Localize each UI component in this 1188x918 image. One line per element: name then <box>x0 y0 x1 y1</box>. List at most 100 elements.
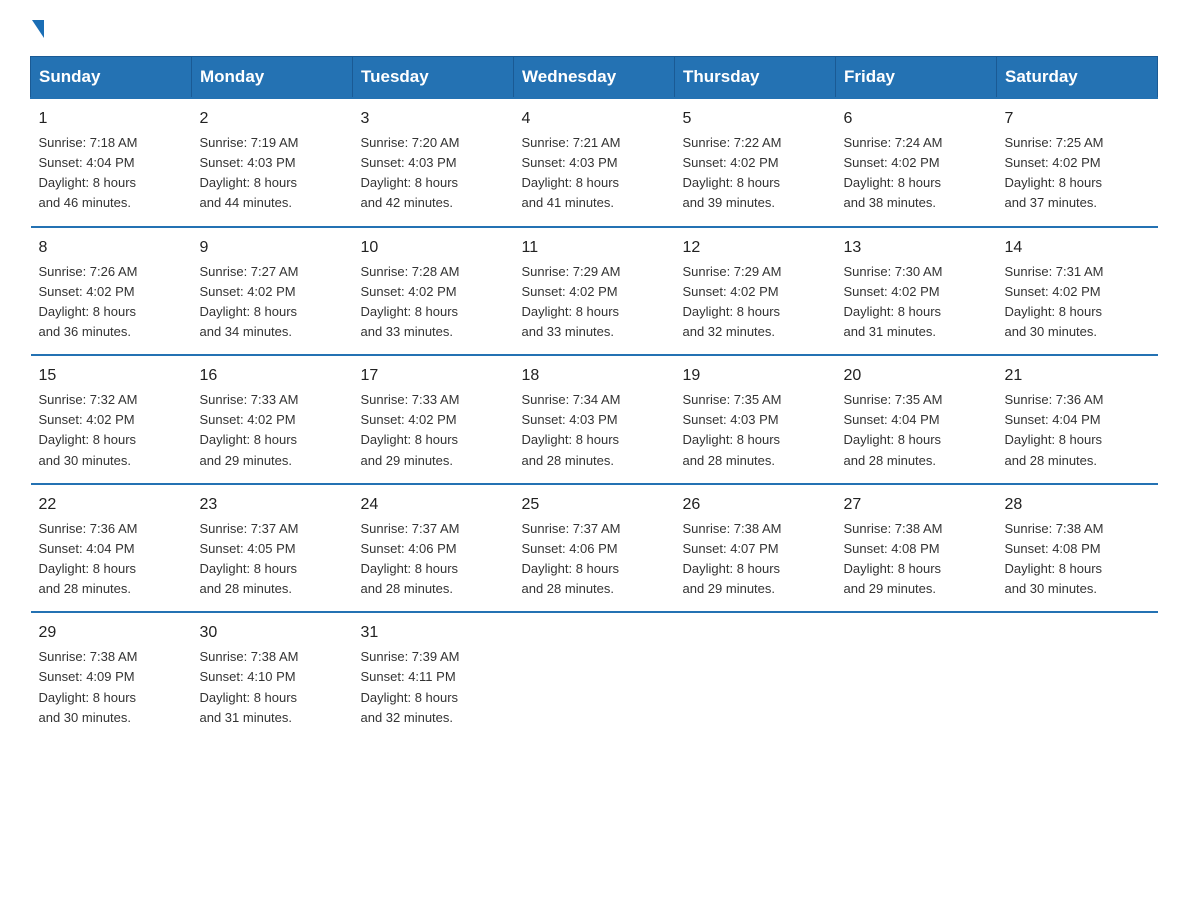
logo-arrow-icon <box>32 20 44 38</box>
day-number: 27 <box>844 493 989 517</box>
day-info: Sunrise: 7:36 AMSunset: 4:04 PMDaylight:… <box>1005 392 1104 467</box>
logo <box>30 20 44 38</box>
calendar-day-cell: 5 Sunrise: 7:22 AMSunset: 4:02 PMDayligh… <box>675 98 836 227</box>
day-info: Sunrise: 7:25 AMSunset: 4:02 PMDaylight:… <box>1005 135 1104 210</box>
calendar-day-cell: 3 Sunrise: 7:20 AMSunset: 4:03 PMDayligh… <box>353 98 514 227</box>
day-info: Sunrise: 7:38 AMSunset: 4:10 PMDaylight:… <box>200 649 299 724</box>
calendar-table: SundayMondayTuesdayWednesdayThursdayFrid… <box>30 56 1158 740</box>
day-info: Sunrise: 7:31 AMSunset: 4:02 PMDaylight:… <box>1005 264 1104 339</box>
day-info: Sunrise: 7:29 AMSunset: 4:02 PMDaylight:… <box>683 264 782 339</box>
day-number: 28 <box>1005 493 1150 517</box>
day-number: 15 <box>39 364 184 388</box>
day-info: Sunrise: 7:24 AMSunset: 4:02 PMDaylight:… <box>844 135 943 210</box>
calendar-day-cell: 26 Sunrise: 7:38 AMSunset: 4:07 PMDaylig… <box>675 484 836 613</box>
calendar-week-row: 1 Sunrise: 7:18 AMSunset: 4:04 PMDayligh… <box>31 98 1158 227</box>
day-number: 20 <box>844 364 989 388</box>
calendar-day-cell: 17 Sunrise: 7:33 AMSunset: 4:02 PMDaylig… <box>353 355 514 484</box>
calendar-day-cell: 18 Sunrise: 7:34 AMSunset: 4:03 PMDaylig… <box>514 355 675 484</box>
calendar-day-cell: 2 Sunrise: 7:19 AMSunset: 4:03 PMDayligh… <box>192 98 353 227</box>
day-number: 29 <box>39 621 184 645</box>
day-info: Sunrise: 7:38 AMSunset: 4:09 PMDaylight:… <box>39 649 138 724</box>
day-info: Sunrise: 7:30 AMSunset: 4:02 PMDaylight:… <box>844 264 943 339</box>
day-info: Sunrise: 7:35 AMSunset: 4:03 PMDaylight:… <box>683 392 782 467</box>
day-number: 6 <box>844 107 989 131</box>
calendar-day-cell: 27 Sunrise: 7:38 AMSunset: 4:08 PMDaylig… <box>836 484 997 613</box>
day-of-week-header: Saturday <box>997 57 1158 99</box>
day-number: 12 <box>683 236 828 260</box>
day-info: Sunrise: 7:27 AMSunset: 4:02 PMDaylight:… <box>200 264 299 339</box>
calendar-day-cell: 29 Sunrise: 7:38 AMSunset: 4:09 PMDaylig… <box>31 612 192 740</box>
day-info: Sunrise: 7:36 AMSunset: 4:04 PMDaylight:… <box>39 521 138 596</box>
day-number: 4 <box>522 107 667 131</box>
calendar-day-cell: 14 Sunrise: 7:31 AMSunset: 4:02 PMDaylig… <box>997 227 1158 356</box>
calendar-day-cell: 12 Sunrise: 7:29 AMSunset: 4:02 PMDaylig… <box>675 227 836 356</box>
day-number: 19 <box>683 364 828 388</box>
calendar-day-cell: 25 Sunrise: 7:37 AMSunset: 4:06 PMDaylig… <box>514 484 675 613</box>
calendar-day-cell: 7 Sunrise: 7:25 AMSunset: 4:02 PMDayligh… <box>997 98 1158 227</box>
calendar-day-cell: 9 Sunrise: 7:27 AMSunset: 4:02 PMDayligh… <box>192 227 353 356</box>
calendar-day-cell <box>675 612 836 740</box>
day-info: Sunrise: 7:38 AMSunset: 4:08 PMDaylight:… <box>1005 521 1104 596</box>
day-info: Sunrise: 7:33 AMSunset: 4:02 PMDaylight:… <box>200 392 299 467</box>
calendar-day-cell <box>997 612 1158 740</box>
day-of-week-header: Wednesday <box>514 57 675 99</box>
calendar-day-cell: 21 Sunrise: 7:36 AMSunset: 4:04 PMDaylig… <box>997 355 1158 484</box>
day-number: 25 <box>522 493 667 517</box>
day-info: Sunrise: 7:39 AMSunset: 4:11 PMDaylight:… <box>361 649 460 724</box>
calendar-day-cell: 23 Sunrise: 7:37 AMSunset: 4:05 PMDaylig… <box>192 484 353 613</box>
day-info: Sunrise: 7:35 AMSunset: 4:04 PMDaylight:… <box>844 392 943 467</box>
calendar-day-cell: 13 Sunrise: 7:30 AMSunset: 4:02 PMDaylig… <box>836 227 997 356</box>
day-number: 26 <box>683 493 828 517</box>
day-of-week-header: Friday <box>836 57 997 99</box>
calendar-day-cell <box>514 612 675 740</box>
calendar-day-cell: 24 Sunrise: 7:37 AMSunset: 4:06 PMDaylig… <box>353 484 514 613</box>
logo-general <box>30 20 44 38</box>
day-number: 21 <box>1005 364 1150 388</box>
calendar-day-cell: 22 Sunrise: 7:36 AMSunset: 4:04 PMDaylig… <box>31 484 192 613</box>
day-number: 13 <box>844 236 989 260</box>
calendar-day-cell: 4 Sunrise: 7:21 AMSunset: 4:03 PMDayligh… <box>514 98 675 227</box>
day-info: Sunrise: 7:28 AMSunset: 4:02 PMDaylight:… <box>361 264 460 339</box>
day-number: 16 <box>200 364 345 388</box>
day-info: Sunrise: 7:37 AMSunset: 4:05 PMDaylight:… <box>200 521 299 596</box>
day-of-week-header: Monday <box>192 57 353 99</box>
calendar-day-cell: 28 Sunrise: 7:38 AMSunset: 4:08 PMDaylig… <box>997 484 1158 613</box>
day-info: Sunrise: 7:37 AMSunset: 4:06 PMDaylight:… <box>361 521 460 596</box>
calendar-week-row: 8 Sunrise: 7:26 AMSunset: 4:02 PMDayligh… <box>31 227 1158 356</box>
day-info: Sunrise: 7:22 AMSunset: 4:02 PMDaylight:… <box>683 135 782 210</box>
day-info: Sunrise: 7:21 AMSunset: 4:03 PMDaylight:… <box>522 135 621 210</box>
day-info: Sunrise: 7:33 AMSunset: 4:02 PMDaylight:… <box>361 392 460 467</box>
day-number: 23 <box>200 493 345 517</box>
day-info: Sunrise: 7:20 AMSunset: 4:03 PMDaylight:… <box>361 135 460 210</box>
day-number: 5 <box>683 107 828 131</box>
day-info: Sunrise: 7:37 AMSunset: 4:06 PMDaylight:… <box>522 521 621 596</box>
day-number: 18 <box>522 364 667 388</box>
day-info: Sunrise: 7:29 AMSunset: 4:02 PMDaylight:… <box>522 264 621 339</box>
day-number: 11 <box>522 236 667 260</box>
day-info: Sunrise: 7:19 AMSunset: 4:03 PMDaylight:… <box>200 135 299 210</box>
day-of-week-header: Sunday <box>31 57 192 99</box>
day-info: Sunrise: 7:18 AMSunset: 4:04 PMDaylight:… <box>39 135 138 210</box>
calendar-day-cell: 20 Sunrise: 7:35 AMSunset: 4:04 PMDaylig… <box>836 355 997 484</box>
calendar-day-cell: 10 Sunrise: 7:28 AMSunset: 4:02 PMDaylig… <box>353 227 514 356</box>
calendar-day-cell: 6 Sunrise: 7:24 AMSunset: 4:02 PMDayligh… <box>836 98 997 227</box>
day-number: 9 <box>200 236 345 260</box>
calendar-day-cell: 31 Sunrise: 7:39 AMSunset: 4:11 PMDaylig… <box>353 612 514 740</box>
day-number: 10 <box>361 236 506 260</box>
day-number: 31 <box>361 621 506 645</box>
day-number: 7 <box>1005 107 1150 131</box>
day-number: 30 <box>200 621 345 645</box>
day-number: 8 <box>39 236 184 260</box>
calendar-day-cell: 15 Sunrise: 7:32 AMSunset: 4:02 PMDaylig… <box>31 355 192 484</box>
day-info: Sunrise: 7:34 AMSunset: 4:03 PMDaylight:… <box>522 392 621 467</box>
day-info: Sunrise: 7:38 AMSunset: 4:07 PMDaylight:… <box>683 521 782 596</box>
calendar-week-row: 22 Sunrise: 7:36 AMSunset: 4:04 PMDaylig… <box>31 484 1158 613</box>
calendar-day-cell: 19 Sunrise: 7:35 AMSunset: 4:03 PMDaylig… <box>675 355 836 484</box>
calendar-day-cell: 11 Sunrise: 7:29 AMSunset: 4:02 PMDaylig… <box>514 227 675 356</box>
calendar-day-cell: 30 Sunrise: 7:38 AMSunset: 4:10 PMDaylig… <box>192 612 353 740</box>
page-header <box>30 20 1158 38</box>
day-info: Sunrise: 7:26 AMSunset: 4:02 PMDaylight:… <box>39 264 138 339</box>
day-number: 14 <box>1005 236 1150 260</box>
day-number: 3 <box>361 107 506 131</box>
calendar-day-cell: 1 Sunrise: 7:18 AMSunset: 4:04 PMDayligh… <box>31 98 192 227</box>
